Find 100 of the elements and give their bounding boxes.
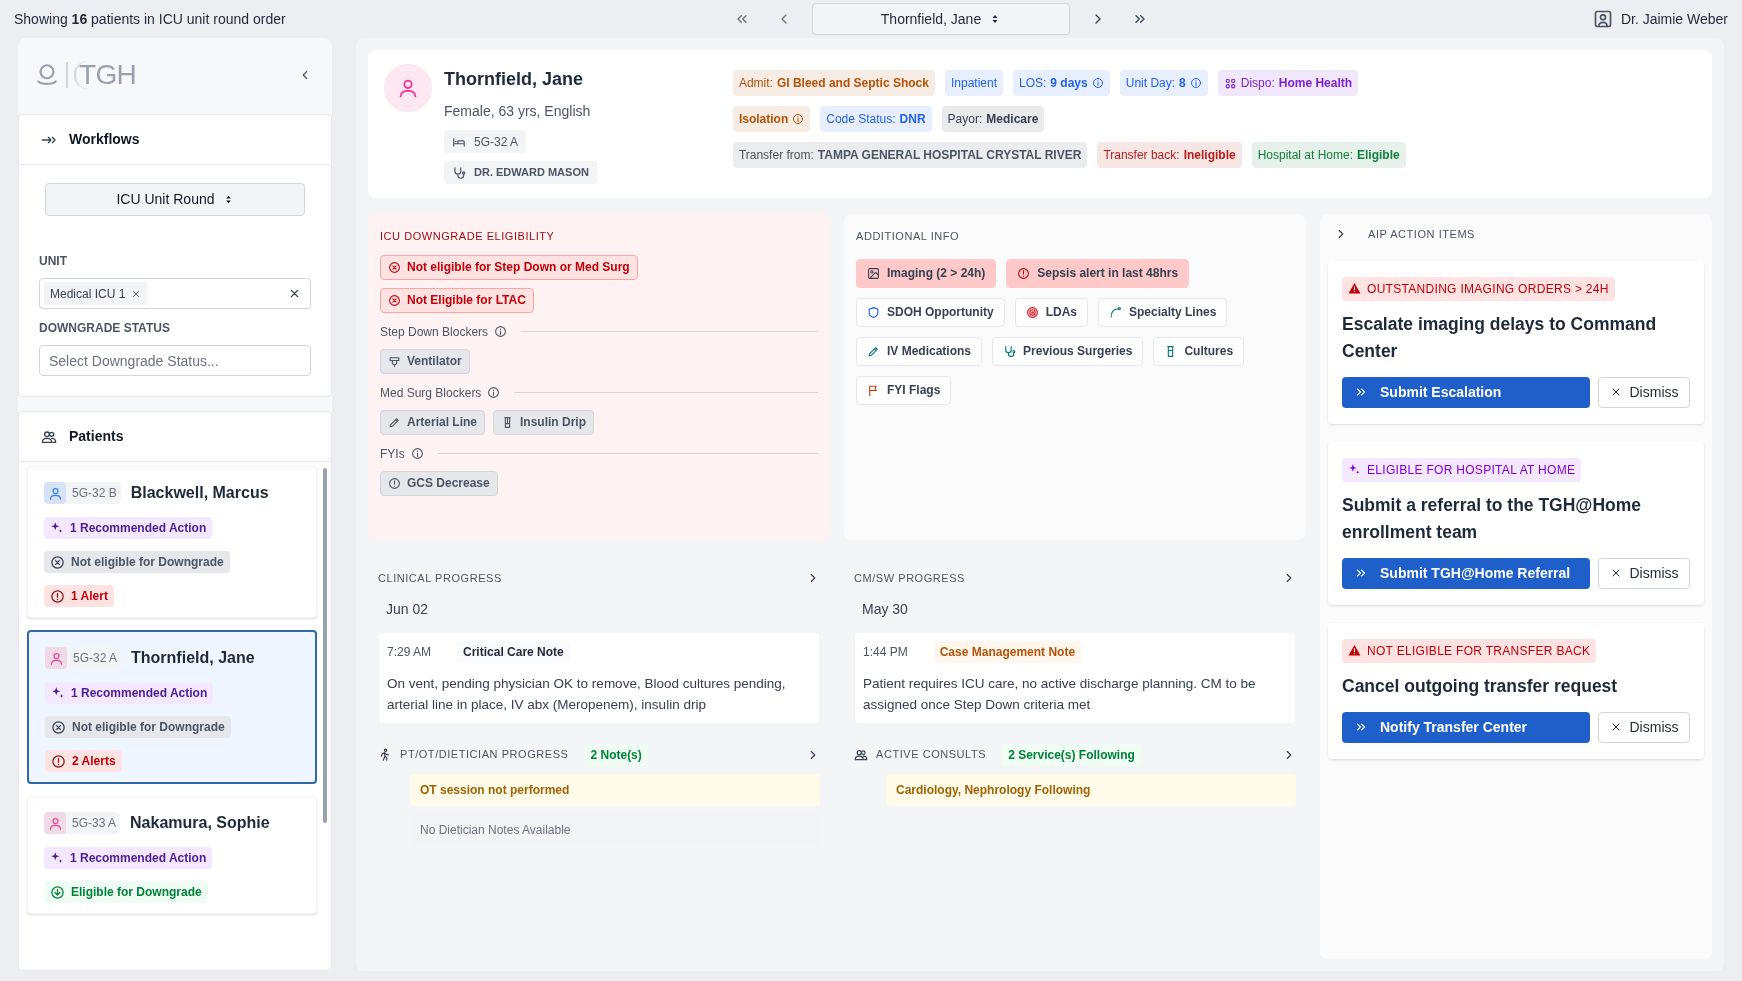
note-text: Patient requires ICU care, no active discharge planning. CM to be assigned once Step Down criteria met (863, 674, 1257, 714)
section-title: ADDITIONAL INFO (856, 229, 961, 244)
submit-button[interactable]: Submit Escalation (1342, 376, 1590, 408)
info-tag[interactable]: SDOH Opportunity (856, 297, 1005, 327)
dismiss-button[interactable]: Dismiss (1598, 557, 1690, 589)
users-icon (854, 747, 868, 762)
alert-tag: 1 Alert (44, 585, 114, 607)
blocker-tag: Arterial Line (380, 409, 486, 435)
room-label: 5G-32 B (44, 482, 121, 504)
stethoscope-icon (1003, 344, 1017, 358)
x-circle-icon (388, 293, 401, 307)
group-title: Step Down Blockers (380, 323, 489, 341)
field-label: UNIT (39, 253, 68, 270)
room-tag: 5G-32 A (444, 130, 527, 153)
unit-field[interactable]: Medical ICU 1 (39, 278, 311, 309)
alert-icon (51, 753, 66, 769)
info-tag[interactable]: LDAs (1014, 297, 1088, 327)
info-tag[interactable]: Imaging (2 > 24h) (856, 258, 997, 288)
x-circle-icon (388, 260, 401, 274)
user-name: Dr. Jaimie Weber (1620, 9, 1728, 29)
target-icon (1025, 305, 1039, 319)
dismiss-button[interactable]: Dismiss (1598, 376, 1690, 408)
double-chevron-right-icon (1354, 385, 1368, 399)
person-icon (397, 77, 419, 99)
patient-card[interactable]: 5G-32 B Blackwell, Marcus 1 Recommended Action Not eligible for Downgrade 1 Alert (27, 466, 317, 618)
info-tag[interactable]: Previous Surgeries (992, 336, 1144, 366)
info-tag[interactable]: Sepsis alert in last 48hrs (1006, 258, 1190, 288)
pencil-icon (388, 415, 401, 429)
section-title: AIP ACTION ITEMS (1368, 227, 1475, 242)
downgrade-status-field[interactable]: Select Downgrade Status... (39, 345, 311, 376)
x-circle-icon (50, 554, 65, 570)
info-tag: Inpatient (944, 70, 1003, 96)
note-type-tag: Case Management Note (933, 640, 1082, 663)
blocker-tag: GCS Decrease (380, 470, 498, 496)
warning-icon (1348, 644, 1361, 657)
recommended-action-tag: 1 Recommended Action (45, 682, 214, 704)
ineligible-tag: Not Eligible for LTAC (380, 287, 534, 313)
category-tag: NOT ELIGIBLE FOR TRANSFER BACK (1342, 638, 1597, 663)
group-title: Med Surg Blockers (380, 384, 482, 402)
info-tag: Code Status: DNR (820, 106, 932, 132)
alert-icon (50, 588, 65, 604)
image-icon (867, 266, 880, 280)
info-tag[interactable]: Specialty Lines (1098, 297, 1228, 327)
double-chevron-right-icon (1354, 566, 1368, 580)
patient-name: Blackwell, Marcus (130, 483, 269, 503)
info-tag: Unit Day: 8 (1119, 70, 1208, 96)
ventilator-icon (388, 354, 401, 368)
unit-chip[interactable]: Medical ICU 1 (44, 282, 148, 305)
stethoscope-icon (452, 165, 466, 180)
action-title: Cancel outgoing transfer request (1342, 674, 1619, 698)
patient-name: Nakamura, Sophie (130, 813, 270, 833)
category-tag: OUTSTANDING IMAGING ORDERS > 24H (1342, 276, 1615, 301)
patient-card[interactable]: 5G-32 A Thornfield, Jane 1 Recommended Action Not eligible for Downgrade 2 Alerts (27, 630, 317, 784)
action-title: Escalate imaging delays to Command Center (1342, 312, 1658, 363)
category-tag: ELIGIBLE FOR HOSPITAL AT HOME (1342, 457, 1582, 482)
section-title: ICU DOWNGRADE ELIGIBILITY (380, 229, 555, 244)
sparkle-icon (50, 851, 64, 865)
info-tag[interactable]: Cultures (1153, 336, 1245, 366)
dismiss-button[interactable]: Dismiss (1598, 711, 1690, 743)
info-icon (410, 447, 424, 460)
note-type-tag: Critical Care Note (457, 640, 570, 663)
info-tag[interactable]: FYI Flags (856, 375, 952, 405)
note-date: May 30 (861, 599, 909, 619)
warning-icon (1348, 282, 1361, 295)
blocker-tag: Ventilator (380, 348, 470, 374)
count-badge: 2 Note(s) (584, 743, 648, 766)
section-title: Workflows (69, 130, 140, 149)
note-summary: OT session not performed (410, 773, 820, 806)
patient-name: Thornfield, Jane (131, 648, 255, 668)
pencil-icon (867, 344, 880, 358)
recommended-action-tag: 1 Recommended Action (44, 517, 213, 539)
info-tag[interactable]: IV Medications (856, 336, 983, 366)
section-title: PT/OT/DIETICIAN PROGRESS (400, 747, 569, 763)
info-tag: Payor: Medicare (941, 106, 1045, 132)
recommended-action-tag: 1 Recommended Action (44, 847, 213, 869)
info-tag: Transfer back: Ineligible (1097, 142, 1242, 168)
flag-icon (867, 383, 880, 397)
scrollbar[interactable] (323, 468, 327, 823)
downgrade-tag: Not eligible for Downgrade (45, 716, 231, 738)
downgrade-tag: Not eligible for Downgrade (44, 551, 230, 573)
room-label: 5G-33 A (44, 812, 121, 834)
submit-button[interactable]: Notify Transfer Center (1342, 711, 1590, 743)
clear-icon (288, 287, 301, 300)
patient-card[interactable]: 5G-33 A Nakamura, Sophie 1 Recommended Action Eligible for Downgrade (27, 796, 317, 914)
section-title: ACTIVE CONSULTS (876, 747, 987, 763)
sparkle-icon (50, 521, 64, 535)
room-label: 5G-32 A (45, 647, 122, 669)
users-icon (41, 428, 57, 445)
workflow-select[interactable]: ICU Unit Round (45, 183, 305, 216)
section-title: CLINICAL PROGRESS (378, 571, 502, 586)
patient-selector[interactable]: Thornfield, Jane (812, 3, 1070, 35)
count-badge: 2 Service(s) Following (1002, 743, 1141, 766)
info-tag: Isolation (732, 106, 811, 132)
down-arrow-circle-icon (50, 884, 65, 900)
alert-tag: 2 Alerts (45, 750, 122, 772)
submit-button[interactable]: Submit TGH@Home Referral (1342, 557, 1590, 589)
curve-icon (1109, 305, 1122, 319)
sparkle-icon (1348, 463, 1361, 476)
info-tag: Admit: GI Bleed and Septic Shock (732, 70, 935, 96)
info-tag: Dispo: Home Health (1217, 70, 1359, 96)
